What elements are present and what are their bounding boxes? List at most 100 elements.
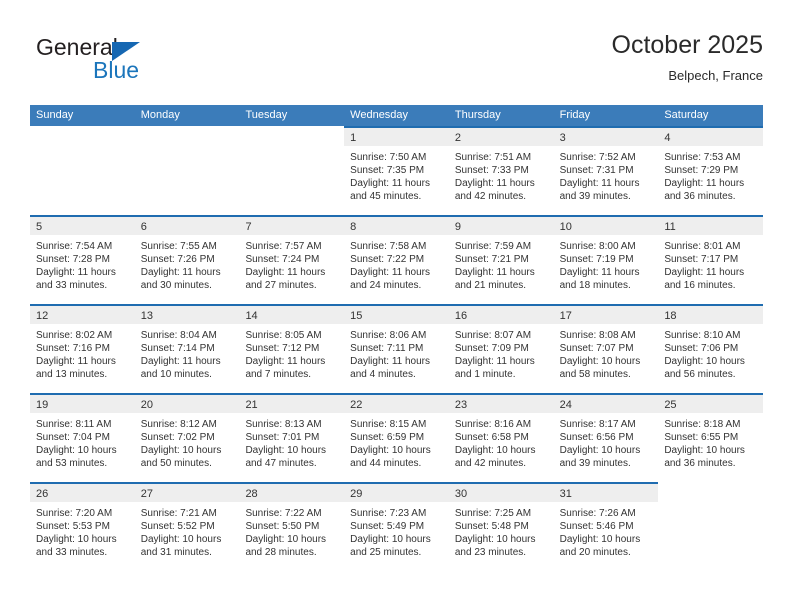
daylight-text-line2: and 16 minutes.: [664, 280, 736, 291]
calendar-day-cell[interactable]: 26 Sunrise: 7:20 AM Sunset: 5:53 PM Dayligh…: [30, 482, 135, 571]
calendar-day-cell[interactable]: 10 Sunrise: 8:00 AM Sunset: 7:19 PM Dayligh…: [553, 215, 659, 304]
calendar-day-cell[interactable]: 22 Sunrise: 8:15 AM Sunset: 6:59 PM Dayligh…: [344, 393, 449, 482]
daylight-text-line2: and 58 minutes.: [559, 369, 631, 380]
calendar-day-cell[interactable]: 13 Sunrise: 8:04 AM Sunset: 7:14 PM Dayligh…: [134, 304, 240, 393]
day-number: 29: [350, 488, 363, 500]
daylight-text-line2: and 36 minutes.: [664, 191, 736, 202]
calendar-week-row: 12 Sunrise: 8:02 AM Sunset: 7:16 PM Dayligh…: [30, 304, 764, 393]
sunrise-text: Sunrise: 7:52 AM: [559, 152, 636, 163]
sunrise-text: Sunrise: 8:11 AM: [36, 419, 112, 430]
calendar-day-cell[interactable]: 8 Sunrise: 7:58 AM Sunset: 7:22 PM Daylight…: [344, 215, 449, 304]
day-details: Sunrise: 8:16 AM Sunset: 6:58 PM Daylight:…: [448, 413, 554, 482]
daylight-text-line1: Daylight: 10 hours: [454, 445, 536, 456]
sunset-text: Sunset: 7:21 PM: [454, 254, 529, 265]
daylight-text-line2: and 42 minutes.: [454, 191, 527, 202]
daylight-text-line2: and 47 minutes.: [245, 458, 317, 469]
calendar-day-cell[interactable]: 24 Sunrise: 8:17 AM Sunset: 6:56 PM Dayligh…: [553, 393, 659, 482]
calendar-day-cell[interactable]: 4 Sunrise: 7:53 AM Sunset: 7:29 PM Daylight…: [658, 126, 764, 215]
day-number-band: 2: [448, 128, 554, 146]
calendar-day-cell[interactable]: 11 Sunrise: 8:01 AM Sunset: 7:17 PM Dayligh…: [658, 215, 764, 304]
sunrise-text: Sunrise: 8:08 AM: [559, 330, 636, 341]
daylight-text-line1: Daylight: 11 hours: [350, 267, 431, 278]
calendar-day-cell[interactable]: 6 Sunrise: 7:55 AM Sunset: 7:26 PM Daylight…: [134, 215, 240, 304]
day-details: Sunrise: 7:25 AM Sunset: 5:48 PM Daylight:…: [448, 502, 554, 571]
sunrise-text: Sunrise: 8:15 AM: [350, 419, 427, 430]
sunset-text: Sunset: 7:12 PM: [245, 343, 320, 354]
day-number: 1: [350, 132, 357, 144]
calendar-day-cell[interactable]: 2 Sunrise: 7:51 AM Sunset: 7:33 PM Daylight…: [448, 126, 554, 215]
day-number: 27: [140, 488, 153, 500]
calendar-day-cell[interactable]: 31 Sunrise: 7:26 AM Sunset: 5:46 PM Dayligh…: [553, 482, 659, 571]
calendar-day-cell[interactable]: 1 Sunrise: 7:50 AM Sunset: 7:35 PM Daylight…: [344, 126, 449, 215]
calendar-day-cell[interactable]: 21 Sunrise: 8:13 AM Sunset: 7:01 PM Dayligh…: [239, 393, 345, 482]
calendar-day-cell[interactable]: 7 Sunrise: 7:57 AM Sunset: 7:24 PM Daylight…: [239, 215, 345, 304]
daylight-text-line1: Daylight: 10 hours: [350, 445, 431, 456]
sunrise-text: Sunrise: 8:02 AM: [36, 330, 113, 341]
day-number: 10: [559, 221, 572, 233]
daylight-text-line1: Daylight: 10 hours: [140, 534, 222, 545]
sunset-text: Sunset: 7:22 PM: [350, 254, 425, 265]
calendar-day-cell[interactable]: 18 Sunrise: 8:10 AM Sunset: 7:06 PM Dayligh…: [658, 304, 764, 393]
day-details: Sunrise: 8:18 AM Sunset: 6:55 PM Daylight:…: [658, 413, 764, 482]
calendar-day-cell[interactable]: 3 Sunrise: 7:52 AM Sunset: 7:31 PM Daylight…: [553, 126, 659, 215]
day-number: 17: [559, 310, 572, 322]
sunrise-text: Sunrise: 7:59 AM: [454, 241, 532, 252]
daylight-text-line1: Daylight: 10 hours: [559, 534, 641, 545]
day-details: Sunrise: 7:20 AM Sunset: 5:53 PM Daylight:…: [30, 502, 135, 571]
calendar-day-cell[interactable]: 29 Sunrise: 7:23 AM Sunset: 5:49 PM Dayligh…: [344, 482, 449, 571]
daylight-text-line2: and 31 minutes.: [140, 547, 212, 558]
day-number-band: 27: [134, 484, 240, 502]
sunset-text: Sunset: 7:09 PM: [454, 343, 529, 354]
calendar-day-cell[interactable]: 12 Sunrise: 8:02 AM Sunset: 7:16 PM Dayligh…: [30, 304, 135, 393]
calendar-day-cell[interactable]: 19 Sunrise: 8:11 AM Sunset: 7:04 PM Dayligh…: [30, 393, 135, 482]
daylight-text-line2: and 7 minutes.: [245, 369, 312, 380]
calendar-day-cell[interactable]: 5 Sunrise: 7:54 AM Sunset: 7:28 PM Daylight…: [30, 215, 135, 304]
day-number-band: 26: [30, 484, 135, 502]
day-number: 28: [245, 488, 258, 500]
day-number: 18: [664, 310, 677, 322]
day-details: Sunrise: 7:22 AM Sunset: 5:50 PM Daylight:…: [239, 502, 345, 571]
day-number-band: 18: [658, 306, 764, 324]
daylight-text-line1: Daylight: 10 hours: [664, 445, 745, 456]
calendar-day-cell[interactable]: 9 Sunrise: 7:59 AM Sunset: 7:21 PM Daylight…: [448, 215, 554, 304]
daylight-text-line2: and 45 minutes.: [350, 191, 422, 202]
calendar-day-cell[interactable]: 16 Sunrise: 8:07 AM Sunset: 7:09 PM Dayligh…: [448, 304, 554, 393]
day-details: Sunrise: 7:23 AM Sunset: 5:49 PM Daylight:…: [344, 502, 449, 571]
sunrise-text: Sunrise: 8:18 AM: [664, 419, 741, 430]
day-number-band: 13: [134, 306, 240, 324]
day-number: 12: [36, 310, 49, 322]
calendar-page: General Blue October 2025 Belpech, Franc…: [0, 0, 792, 612]
calendar-day-cell[interactable]: 27 Sunrise: 7:21 AM Sunset: 5:52 PM Dayligh…: [134, 482, 240, 571]
daylight-text-line2: and 20 minutes.: [559, 547, 631, 558]
daylight-text-line1: Daylight: 10 hours: [559, 356, 641, 367]
daylight-text-line1: Daylight: 10 hours: [245, 445, 327, 456]
sunrise-text: Sunrise: 7:26 AM: [559, 508, 636, 519]
day-details: Sunrise: 7:59 AM Sunset: 7:21 PM Daylight:…: [448, 235, 554, 304]
page-header: General Blue October 2025 Belpech, Franc…: [30, 30, 763, 96]
daylight-text-line1: Daylight: 10 hours: [245, 534, 327, 545]
day-number-band: 15: [344, 306, 449, 324]
calendar-grid: Sunday Monday Tuesday Wednesday Thursday…: [30, 105, 764, 571]
sunrise-text: Sunrise: 7:25 AM: [454, 508, 532, 519]
generalblue-logo[interactable]: General Blue: [36, 34, 196, 92]
calendar-day-cell[interactable]: 30 Sunrise: 7:25 AM Sunset: 5:48 PM Dayligh…: [448, 482, 554, 571]
day-number-band: 16: [448, 306, 554, 324]
day-number-band: 6: [134, 217, 240, 235]
calendar-day-cell[interactable]: 15 Sunrise: 8:06 AM Sunset: 7:11 PM Dayligh…: [344, 304, 449, 393]
calendar-day-cell[interactable]: 20 Sunrise: 8:12 AM Sunset: 7:02 PM Dayligh…: [134, 393, 240, 482]
daylight-text-line1: Daylight: 11 hours: [664, 178, 745, 189]
calendar-day-cell-empty: [239, 126, 344, 215]
calendar-day-cell[interactable]: 23 Sunrise: 8:16 AM Sunset: 6:58 PM Dayligh…: [448, 393, 554, 482]
calendar-day-cell[interactable]: 14 Sunrise: 8:05 AM Sunset: 7:12 PM Dayligh…: [239, 304, 345, 393]
day-details: Sunrise: 8:02 AM Sunset: 7:16 PM Daylight:…: [30, 324, 135, 393]
calendar-week-row: 5 Sunrise: 7:54 AM Sunset: 7:28 PM Daylight…: [30, 215, 764, 304]
daylight-text-line2: and 21 minutes.: [454, 280, 527, 291]
calendar-day-cell[interactable]: 28 Sunrise: 7:22 AM Sunset: 5:50 PM Dayligh…: [239, 482, 345, 571]
sunrise-text: Sunrise: 8:07 AM: [454, 330, 532, 341]
calendar-day-cell[interactable]: 17 Sunrise: 8:08 AM Sunset: 7:07 PM Dayligh…: [553, 304, 659, 393]
calendar-day-cell[interactable]: 25 Sunrise: 8:18 AM Sunset: 6:55 PM Dayligh…: [658, 393, 764, 482]
sunrise-text: Sunrise: 8:01 AM: [664, 241, 741, 252]
day-number: 4: [664, 132, 671, 144]
day-number: 14: [245, 310, 258, 322]
daylight-text-line1: Daylight: 10 hours: [350, 534, 431, 545]
